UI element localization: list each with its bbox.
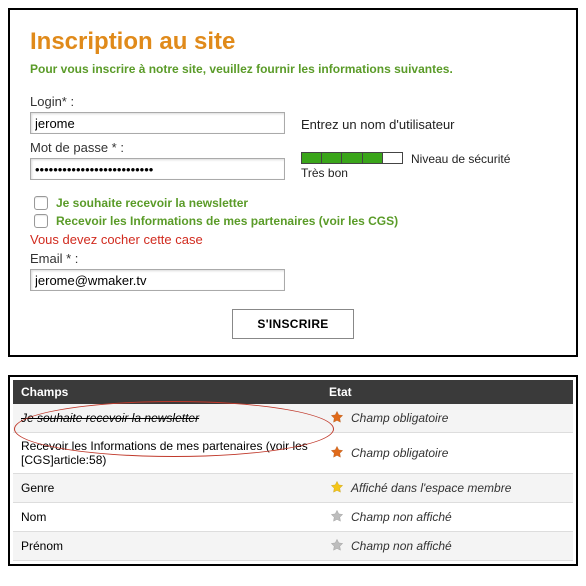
table-row: Genre Affiché dans l'espace membre: [13, 474, 573, 503]
table-row: Recevoir les Informations de mes partena…: [13, 433, 573, 474]
login-label: Login* :: [30, 94, 285, 109]
signup-form-panel: Inscription au site Pour vous inscrire à…: [8, 8, 578, 357]
strength-bar: [301, 152, 403, 164]
login-hint: Entrez un nom d'utilisateur: [301, 117, 455, 134]
submit-wrap: S'INSCRIRE: [30, 309, 556, 339]
error-message: Vous devez cocher cette case: [30, 232, 556, 247]
status-star-icon: [329, 538, 345, 554]
newsletter-checkbox[interactable]: [34, 196, 48, 210]
strength-text: Très bon: [301, 166, 510, 180]
email-row: Email * :: [30, 251, 540, 291]
table-row: Nom Champ non affiché: [13, 503, 573, 532]
submit-button[interactable]: S'INSCRIRE: [232, 309, 353, 339]
partners-row: Recevoir les Informations de mes partena…: [34, 214, 556, 228]
password-strength: Niveau de sécurité Très bon: [301, 152, 510, 180]
partners-label: Recevoir les Informations de mes partena…: [56, 214, 398, 228]
password-input[interactable]: [30, 158, 285, 180]
strength-seg-1: [302, 153, 322, 163]
password-label: Mot de passe * :: [30, 140, 285, 155]
newsletter-label: Je souhaite recevoir la newsletter: [56, 196, 248, 210]
login-input[interactable]: [30, 112, 285, 134]
status-star-icon: [329, 480, 345, 496]
page-title: Inscription au site: [30, 28, 556, 56]
page-subtitle: Pour vous inscrire à notre site, veuille…: [30, 62, 556, 76]
partners-checkbox[interactable]: [34, 214, 48, 228]
checkbox-block: Je souhaite recevoir la newsletter Recev…: [30, 196, 556, 228]
partners-suffix: ): [394, 214, 398, 228]
cell-etat: Affiché dans l'espace membre: [321, 474, 573, 503]
login-row: Login* : Entrez un nom d'utilisateur: [30, 94, 556, 134]
table-row: Prénom Champ non affiché: [13, 532, 573, 561]
cgs-link[interactable]: CGS: [368, 214, 394, 228]
strength-seg-3: [342, 153, 362, 163]
fields-table-panel: Champs Etat Je souhaite recevoir la news…: [8, 375, 578, 566]
newsletter-row: Je souhaite recevoir la newsletter: [34, 196, 556, 210]
cell-etat: Champ obligatoire: [321, 433, 573, 474]
col-header-champs: Champs: [13, 380, 321, 404]
email-label: Email * :: [30, 251, 540, 266]
cell-champ: Nom: [13, 503, 321, 532]
cell-etat: Champ non affiché: [321, 503, 573, 532]
etat-text: Champ obligatoire: [351, 446, 448, 460]
etat-text: Champ obligatoire: [351, 411, 448, 425]
table-row: Je souhaite recevoir la newsletter Champ …: [13, 404, 573, 433]
status-star-icon: [329, 509, 345, 525]
strength-seg-5: [383, 153, 402, 163]
password-row: Mot de passe * : Niveau de sécurité Très…: [30, 140, 556, 180]
cell-champ: Recevoir les Informations de mes partena…: [13, 433, 321, 474]
strength-label: Niveau de sécurité: [411, 152, 510, 166]
cell-champ: Genre: [13, 474, 321, 503]
status-star-icon: [329, 445, 345, 461]
email-input[interactable]: [30, 269, 285, 291]
partners-prefix: Recevoir les Informations de mes partena…: [56, 214, 368, 228]
cell-champ: Je souhaite recevoir la newsletter: [13, 404, 321, 433]
cell-etat: Champ non affiché: [321, 532, 573, 561]
strength-seg-4: [363, 153, 383, 163]
etat-text: Affiché dans l'espace membre: [351, 481, 511, 495]
cell-etat: Champ obligatoire: [321, 404, 573, 433]
etat-text: Champ non affiché: [351, 539, 452, 553]
status-star-icon: [329, 410, 345, 426]
fields-table: Champs Etat Je souhaite recevoir la news…: [13, 380, 573, 561]
cell-champ: Prénom: [13, 532, 321, 561]
col-header-etat: Etat: [321, 380, 573, 404]
etat-text: Champ non affiché: [351, 510, 452, 524]
strength-seg-2: [322, 153, 342, 163]
